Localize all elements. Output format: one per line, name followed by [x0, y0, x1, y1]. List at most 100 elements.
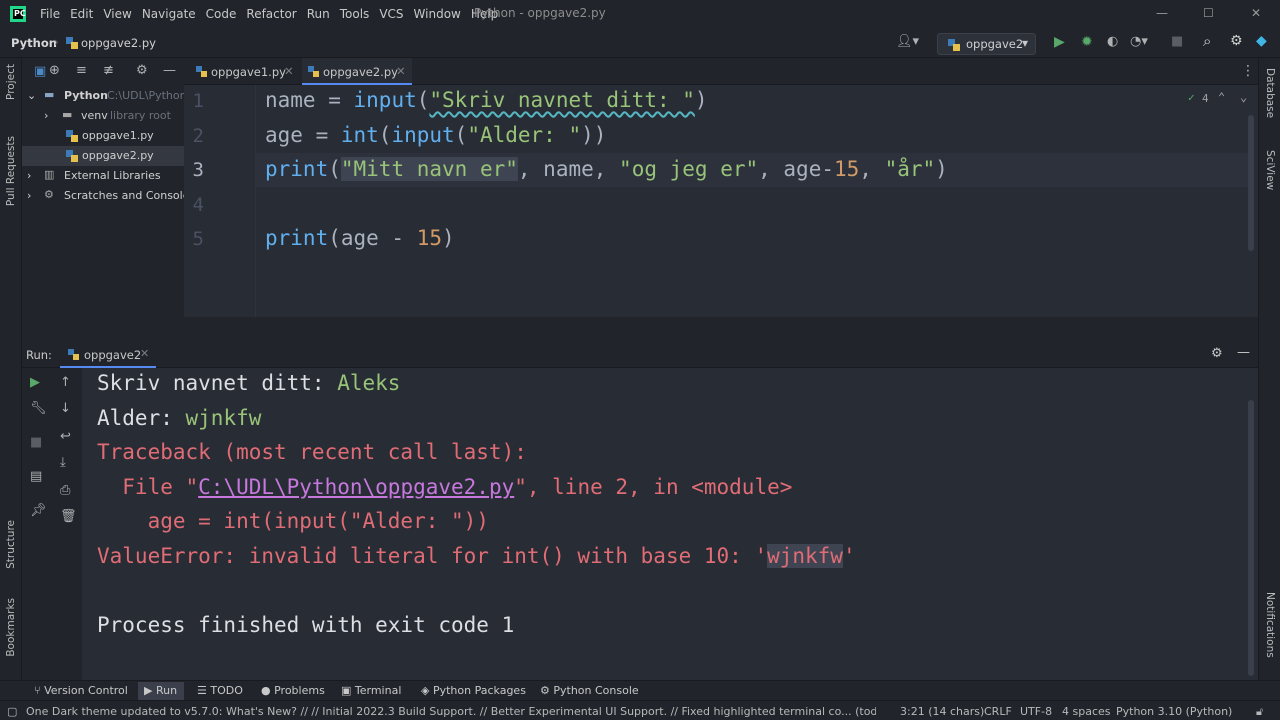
scroll-to-end-icon[interactable]: ⤓: [60, 456, 66, 469]
python-packages-tool-button[interactable]: ◈ Python Packages: [421, 684, 526, 697]
sciview-tool-button[interactable]: SciView: [1264, 150, 1276, 190]
structure-tool-button[interactable]: Structure: [5, 520, 17, 569]
run-configuration-select[interactable]: oppgave2 ▾: [937, 33, 1036, 55]
vertical-scrollbar[interactable]: [1248, 115, 1254, 251]
pull-requests-tool-button[interactable]: Pull Requests: [5, 136, 17, 206]
locate-icon[interactable]: ⊕: [49, 64, 60, 77]
user-icon[interactable]: 👤︎▾: [896, 35, 919, 48]
arrow-up-icon[interactable]: ↑: [60, 376, 71, 389]
pycharm-logo-icon: PC: [10, 6, 26, 22]
traceback-file-link[interactable]: C:\UDL\Python\oppgave2.py: [198, 475, 514, 499]
collapse-all-icon[interactable]: ≢: [103, 64, 114, 77]
breadcrumb-project[interactable]: Python: [11, 36, 57, 50]
previous-highlight-icon[interactable]: ⌃: [1218, 90, 1225, 104]
tab-oppgave2[interactable]: oppgave2.py ✕: [302, 58, 412, 85]
python-interpreter[interactable]: Python 3.10 (Python): [1116, 705, 1232, 718]
problems-tool-button[interactable]: ● Problems: [261, 684, 325, 697]
notifications-tool-button[interactable]: Notifications: [1264, 592, 1276, 658]
run-icon[interactable]: ▶: [1054, 35, 1065, 49]
code-editor[interactable]: 1 2 3 4 5 name = input("Skriv navnet dit…: [184, 85, 1258, 317]
tab-label: oppgave1.py: [211, 65, 286, 79]
pin-icon[interactable]: 📌︎: [30, 504, 47, 517]
coverage-icon[interactable]: ◐: [1107, 35, 1118, 48]
select-opened-file-icon[interactable]: ▣: [34, 65, 46, 78]
tree-item-file[interactable]: oppgave1.py: [22, 126, 184, 146]
search-icon[interactable]: ⌕: [1203, 34, 1211, 49]
close-tab-icon[interactable]: ✕: [284, 64, 294, 78]
console-icon: ⚙: [540, 684, 554, 697]
tree-item-external-libraries[interactable]: › ▥ External Libraries: [22, 166, 184, 186]
hide-panel-icon[interactable]: —: [1237, 346, 1250, 359]
tree-item-label: Python: [64, 89, 108, 102]
menu-window[interactable]: Window: [414, 7, 461, 21]
console-traceback: Traceback (most recent call last):: [97, 440, 527, 464]
run-tab[interactable]: oppgave2 ✕: [60, 340, 156, 368]
run-tool-button[interactable]: ▶ Run: [138, 682, 184, 700]
hide-panel-icon[interactable]: —: [163, 64, 176, 77]
maximize-button[interactable]: ☐: [1203, 6, 1214, 20]
next-highlight-icon[interactable]: ⌄: [1240, 90, 1247, 104]
jetbrains-ai-icon[interactable]: ◆: [1256, 34, 1267, 48]
arrow-down-icon[interactable]: ↓: [60, 402, 71, 415]
close-tab-icon[interactable]: ✕: [396, 64, 406, 78]
panel-splitter[interactable]: [22, 317, 1258, 340]
stop-icon[interactable]: ■: [30, 436, 42, 449]
project-tool-button[interactable]: Project: [5, 64, 17, 100]
stop-icon[interactable]: ■: [1171, 35, 1183, 48]
folder-icon: ▬: [62, 108, 73, 121]
menu-view[interactable]: View: [103, 7, 131, 21]
indent-setting[interactable]: 4 spaces: [1062, 705, 1111, 718]
breadcrumb-file[interactable]: oppgave2.py: [81, 36, 156, 50]
settings-gear-icon[interactable]: ⚙: [1230, 34, 1243, 48]
rerun-icon[interactable]: ▶: [30, 376, 40, 389]
more-tabs-icon[interactable]: ⋮: [1241, 63, 1255, 79]
close-tab-icon[interactable]: ✕: [140, 347, 149, 360]
trash-icon[interactable]: 🗑︎: [60, 510, 77, 523]
version-control-tool-button[interactable]: ⑂ Version Control: [34, 684, 128, 697]
profile-icon[interactable]: ◔▾: [1130, 35, 1148, 48]
settings-gear-icon[interactable]: ⚙: [1211, 347, 1223, 360]
terminal-tool-button[interactable]: ▣ Terminal: [341, 684, 401, 697]
tab-oppgave1[interactable]: oppgave1.py ✕: [190, 58, 298, 85]
status-message[interactable]: One Dark theme updated to v5.7.0: What's…: [26, 705, 876, 718]
menu-edit[interactable]: Edit: [70, 7, 93, 21]
bookmarks-tool-button[interactable]: Bookmarks: [5, 598, 17, 657]
layout-icon[interactable]: ▤: [30, 470, 42, 483]
python-file-icon: [308, 66, 319, 77]
menu-tools[interactable]: Tools: [340, 7, 370, 21]
tree-item-file-selected[interactable]: oppgave2.py: [22, 146, 184, 166]
menu-file[interactable]: File: [40, 7, 60, 21]
print-icon[interactable]: ⎙: [60, 484, 70, 497]
soft-wrap-icon[interactable]: ↩: [60, 430, 71, 443]
menu-refactor[interactable]: Refactor: [246, 7, 296, 21]
tree-item-project-root[interactable]: ⌄ ▬ Python C:\UDL\Python: [22, 86, 187, 106]
tree-item-scratches[interactable]: › ⚙ Scratches and Consoles: [22, 186, 195, 206]
todo-tool-button[interactable]: ☰ TODO: [197, 684, 243, 697]
minimize-button[interactable]: —: [1156, 6, 1168, 20]
close-button[interactable]: ✕: [1251, 6, 1261, 20]
expand-all-icon[interactable]: ≡: [76, 64, 87, 77]
python-console-tool-button[interactable]: ⚙ Python Console: [540, 684, 639, 697]
menu-run[interactable]: Run: [307, 7, 330, 21]
inspection-check-icon[interactable]: ✓: [1188, 91, 1195, 104]
wrench-icon[interactable]: 🔧︎: [30, 402, 47, 415]
menu-navigate[interactable]: Navigate: [142, 7, 196, 21]
menu-code[interactable]: Code: [206, 7, 237, 21]
chevron-right-icon: ›: [27, 189, 32, 202]
database-tool-button[interactable]: Database: [1264, 68, 1276, 118]
line-ending[interactable]: CRLF: [984, 705, 1012, 718]
vertical-scrollbar[interactable]: [1248, 400, 1254, 676]
status-toggle-icon[interactable]: ▢: [7, 705, 17, 718]
file-encoding[interactable]: UTF-8: [1020, 705, 1052, 718]
debug-icon[interactable]: ✹: [1081, 35, 1093, 49]
status-bar: ▢ One Dark theme updated to v5.7.0: What…: [0, 700, 1280, 720]
python-file-icon: [66, 130, 78, 142]
tree-item-venv[interactable]: › ▬ venv library root: [22, 106, 184, 126]
options-gear-icon[interactable]: ⚙: [136, 64, 148, 77]
run-toolbar: ▶ ↑ 🔧︎ ↓ ■ ↩ ▤ ⤓ ⎙ 📌︎ 🗑︎: [22, 368, 82, 680]
caret-position[interactable]: 3:21 (14 chars): [900, 705, 984, 718]
menu-vcs[interactable]: VCS: [379, 7, 403, 21]
lock-icon[interactable]: 🔓︎: [1256, 705, 1263, 719]
inspection-count[interactable]: 4: [1202, 92, 1209, 105]
tree-item-label: venv: [81, 109, 108, 122]
